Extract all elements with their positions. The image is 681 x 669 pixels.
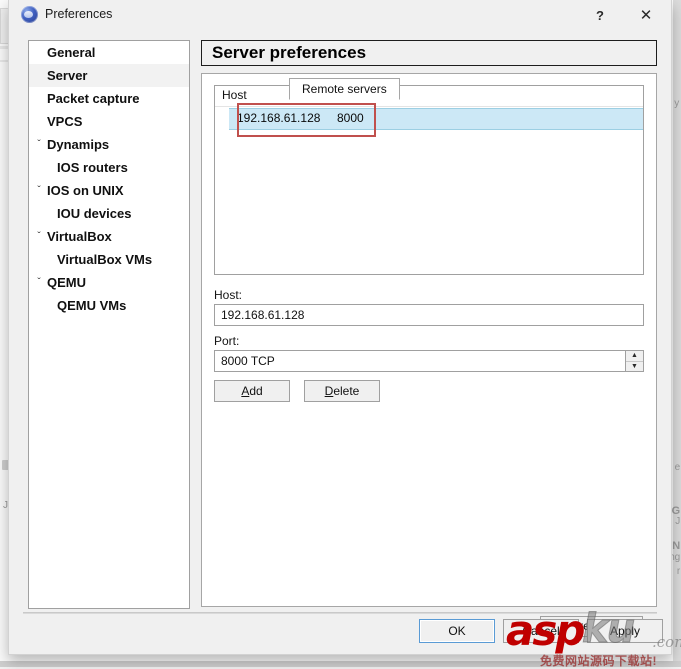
sidebar-item-label: General: [47, 45, 96, 60]
sidebar-item-ios-on-unix[interactable]: ˇ IOS on UNIX: [29, 179, 189, 202]
add-label-rest: dd: [249, 384, 263, 398]
sidebar-item-label: IOU devices: [57, 206, 132, 221]
footer-divider: [23, 612, 657, 614]
dialog-footer: OK Cancel Apply: [9, 619, 671, 653]
page-title: Server preferences: [201, 40, 657, 66]
preferences-category-tree[interactable]: General Server Packet capture VPCS ˇ Dynamips…: [28, 40, 190, 609]
port-spinner[interactable]: ▲ ▼: [625, 351, 643, 371]
chevron-down-icon[interactable]: ˇ: [33, 179, 45, 202]
chevron-down-icon[interactable]: ˇ: [33, 133, 45, 156]
remote-servers-table[interactable]: Host Port 192.168.61.128 8000: [214, 85, 644, 275]
sidebar-item-qemu[interactable]: ˇ QEMU: [29, 271, 189, 294]
cell-host: 192.168.61.128: [237, 111, 321, 125]
close-icon[interactable]: ✕: [623, 0, 669, 30]
backdrop-bottom-bar: [0, 661, 681, 667]
add-button[interactable]: Add: [214, 380, 290, 402]
sidebar-item-label: VirtualBox VMs: [57, 252, 153, 267]
spinner-down-icon[interactable]: ▼: [626, 362, 643, 372]
host-label: Host:: [214, 288, 243, 302]
sidebar-item-packet-capture[interactable]: Packet capture: [29, 87, 189, 110]
sidebar-item-vpcs[interactable]: VPCS: [29, 110, 189, 133]
sidebar-item-server[interactable]: Server: [29, 64, 189, 87]
port-label: Port:: [214, 334, 240, 348]
backdrop-text: r: [676, 566, 680, 577]
sidebar-item-qemu-vms[interactable]: QEMU VMs: [29, 294, 189, 317]
sidebar-item-virtualbox[interactable]: ˇ VirtualBox: [29, 225, 189, 248]
preferences-content-pane: Server preferences Local server Remote s…: [201, 40, 657, 637]
help-icon[interactable]: ?: [577, 0, 623, 30]
sidebar-item-label: QEMU: [47, 275, 86, 290]
preferences-dialog: Preferences ? ✕ General Server Packet capt…: [8, 0, 672, 655]
remote-servers-panel: Host Port 192.168.61.128 8000 Host: 192.…: [201, 73, 657, 607]
ok-button[interactable]: OK: [419, 619, 495, 643]
backdrop-text: N: [672, 540, 680, 552]
chevron-down-icon[interactable]: ˇ: [33, 271, 45, 294]
cell-port: 8000: [337, 111, 364, 125]
spinner-up-icon[interactable]: ▲: [626, 351, 643, 362]
gns3-app-icon: [21, 6, 38, 23]
sidebar-item-label: Dynamips: [47, 137, 110, 152]
chevron-down-icon[interactable]: ˇ: [33, 225, 45, 248]
sidebar-item-dynamips[interactable]: ˇ Dynamips: [29, 133, 189, 156]
title-bar: Preferences ? ✕: [9, 0, 671, 31]
column-header-host: Host: [222, 88, 247, 102]
backdrop-text: y: [674, 98, 679, 109]
delete-button[interactable]: Delete: [304, 380, 380, 402]
sidebar-item-general[interactable]: General: [29, 41, 189, 64]
window-title: Preferences: [45, 7, 113, 21]
sidebar-item-label: IOS routers: [57, 160, 128, 175]
backdrop-text: e: [674, 462, 681, 473]
sidebar-item-iou-devices[interactable]: IOU devices: [29, 202, 189, 225]
table-row[interactable]: 192.168.61.128 8000: [229, 108, 643, 130]
cancel-button[interactable]: Cancel: [503, 619, 579, 643]
apply-button[interactable]: Apply: [587, 619, 663, 643]
delete-accel: D: [324, 384, 334, 398]
tab-remote-servers[interactable]: Remote servers: [289, 78, 400, 100]
sidebar-item-label: Server: [47, 68, 88, 83]
sidebar-item-label: IOS on UNIX: [47, 183, 124, 198]
table-header-row: Host Port: [215, 86, 643, 107]
sidebar-item-label: Packet capture: [47, 91, 140, 106]
backdrop-text: J: [675, 516, 680, 527]
sidebar-item-label: VirtualBox: [47, 229, 112, 244]
sidebar-item-label: QEMU VMs: [57, 298, 127, 313]
sidebar-item-ios-routers[interactable]: IOS routers: [29, 156, 189, 179]
sidebar-item-virtualbox-vms[interactable]: VirtualBox VMs: [29, 248, 189, 271]
delete-label-rest: elete: [333, 384, 360, 398]
sidebar-item-label: VPCS: [47, 114, 83, 129]
port-input[interactable]: 8000 TCP: [214, 350, 644, 372]
host-input[interactable]: 192.168.61.128: [214, 304, 644, 326]
